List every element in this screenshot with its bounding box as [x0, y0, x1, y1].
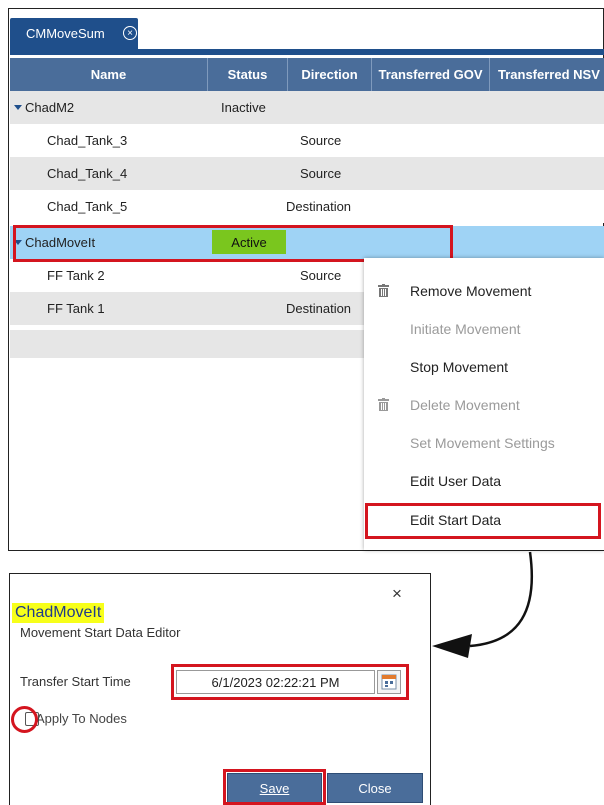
close-button-label: Close: [358, 780, 392, 796]
row-name: FF Tank 2: [47, 268, 105, 283]
row-name-cell: ChadM2: [14, 91, 74, 124]
row-direction: Source: [300, 268, 342, 283]
row-name: FF Tank 1: [47, 301, 105, 316]
menu-item-initiate-movement[interactable]: Initiate Movement: [364, 310, 604, 348]
row-name: Chad_Tank_4: [47, 166, 128, 181]
menu-item-label: Remove Movement: [410, 283, 532, 299]
apply-to-nodes-label: Apply To Nodes: [36, 711, 127, 726]
row-direction: Source: [300, 166, 342, 181]
menu-item-label: Set Movement Settings: [410, 435, 555, 451]
table-row[interactable]: Chad_Tank_5 Destination: [10, 190, 604, 223]
menu-item-label: Initiate Movement: [410, 321, 521, 337]
column-header-transferred-nsv[interactable]: Transferred NSV: [490, 58, 604, 91]
column-header-transferred-gov[interactable]: Transferred GOV: [372, 58, 490, 91]
row-status: Inactive: [221, 100, 266, 115]
dialog-title: ChadMoveIt: [12, 603, 105, 623]
caret-down-icon[interactable]: [14, 105, 22, 110]
row-name: Chad_Tank_3: [47, 133, 128, 148]
transfer-start-time-label: Transfer Start Time: [20, 674, 131, 689]
column-header-direction[interactable]: Direction: [288, 58, 372, 91]
menu-item-edit-user-data[interactable]: Edit User Data: [364, 462, 604, 500]
trash-icon: [378, 284, 389, 297]
close-button[interactable]: Close: [327, 773, 423, 803]
table-row[interactable]: Chad_Tank_4 Source: [10, 157, 604, 190]
row-direction: Destination: [286, 301, 352, 316]
grid-header: Name Status Direction Transferred GOV Tr…: [10, 58, 604, 91]
menu-item-label: Delete Movement: [410, 397, 520, 413]
menu-item-set-movement-settings[interactable]: Set Movement Settings: [364, 424, 604, 462]
row-direction: Destination: [286, 199, 352, 214]
annotation-highlight-save: [223, 769, 326, 805]
tab-strip-rule: [10, 49, 604, 55]
table-row[interactable]: FF Tank 2 Source: [10, 259, 364, 292]
column-header-status[interactable]: Status: [208, 58, 288, 91]
dialog-close-icon[interactable]: ×: [392, 584, 402, 604]
trash-icon: [378, 398, 389, 411]
row-name: ChadM2: [25, 100, 75, 115]
table-row[interactable]: ChadM2 Inactive: [10, 91, 604, 124]
annotation-highlight-time-field: [171, 664, 409, 700]
column-header-name[interactable]: Name: [10, 58, 208, 91]
menu-item-remove-movement[interactable]: Remove Movement: [364, 272, 604, 310]
annotation-highlight-row: [13, 225, 453, 262]
row-name: Chad_Tank_5: [47, 199, 128, 214]
menu-item-label: Stop Movement: [410, 359, 509, 375]
table-row[interactable]: Chad_Tank_3 Source: [10, 124, 604, 157]
dialog-subtitle: Movement Start Data Editor: [20, 625, 181, 640]
menu-item-stop-movement[interactable]: Stop Movement: [364, 348, 604, 386]
tab-label: CMMoveSum: [26, 26, 105, 41]
row-direction: Source: [300, 133, 342, 148]
annotation-circle-checkbox: [11, 706, 38, 733]
annotation-highlight-menu-item: [365, 503, 601, 539]
menu-item-label: Edit User Data: [410, 473, 502, 489]
table-row-empty: [10, 330, 364, 358]
tab-close-icon[interactable]: ×: [123, 26, 137, 40]
menu-item-delete-movement[interactable]: Delete Movement: [364, 386, 604, 424]
table-row[interactable]: FF Tank 1 Destination: [10, 292, 364, 325]
tab-cmmovesum[interactable]: CMMoveSum ×: [10, 18, 138, 49]
annotation-arrow-icon: [432, 551, 534, 658]
